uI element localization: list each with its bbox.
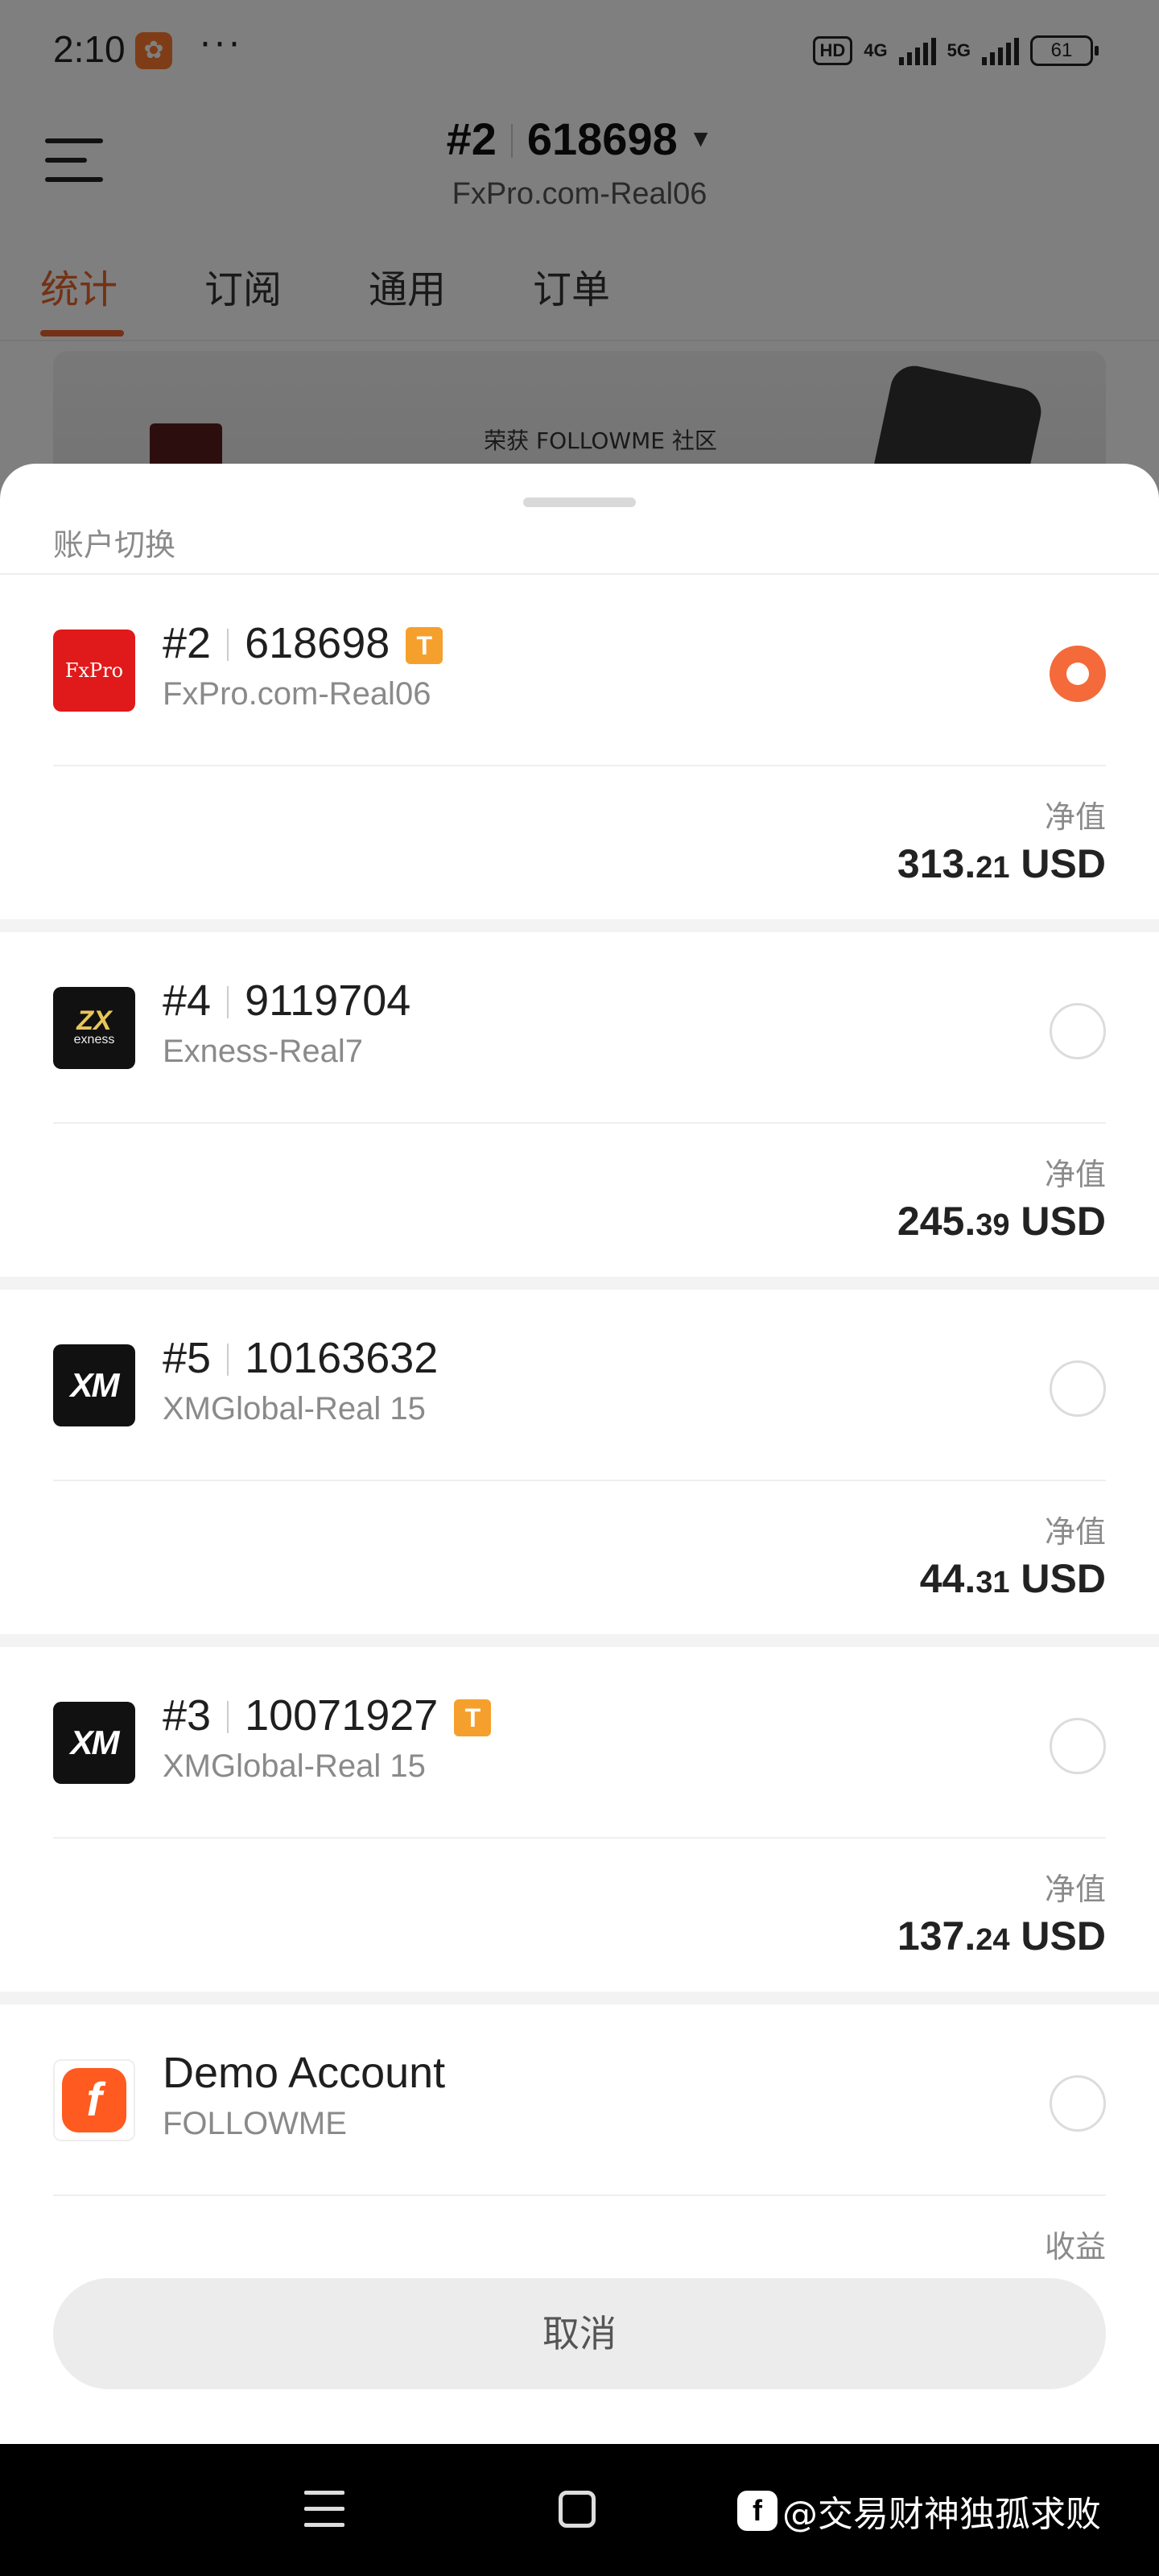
equity-int: 245. (897, 1199, 976, 1244)
account-id: 9119704 (245, 976, 411, 1025)
logo-text: exness (73, 1033, 115, 1046)
equity-int: 44. (919, 1556, 976, 1601)
account-item[interactable]: ZX exness #4 9119704 Exness-Real7 净值 245.3… (0, 919, 1159, 1278)
equity-value: 313.21 USD (897, 840, 1106, 887)
equity-int: 137. (897, 1913, 976, 1959)
cancel-button[interactable]: 取消 (53, 2278, 1106, 2389)
divider (53, 765, 1106, 766)
followme-logo: f (53, 2059, 135, 2141)
currency: USD (1021, 1913, 1106, 1959)
divider (227, 1701, 229, 1733)
divider (53, 1837, 1106, 1839)
divider (227, 1344, 229, 1376)
account-item[interactable]: XM #3 10071927 T XMGlobal-Real 15 净值 137.2… (0, 1634, 1159, 1993)
account-id: 10163632 (245, 1334, 439, 1382)
radio-unselected[interactable] (1050, 1718, 1106, 1774)
account-number: #3 (163, 1691, 212, 1740)
equity-dec: 24 (975, 1923, 1010, 1957)
trader-badge: T (406, 627, 443, 664)
system-nav-bar: f @交易财神独孤求败 (0, 2444, 1159, 2576)
account-number: #4 (163, 976, 212, 1025)
equity-int: 313. (897, 841, 976, 886)
account-server: XMGlobal-Real 15 (163, 1391, 426, 1426)
exness-mark-icon: ZX (76, 1005, 112, 1036)
equity-value: 245.39 USD (897, 1198, 1106, 1245)
equity-dec: 21 (975, 851, 1010, 885)
exness-logo: ZX exness (53, 987, 135, 1069)
trader-badge: T (454, 1699, 492, 1736)
radio-unselected[interactable] (1050, 1003, 1106, 1059)
watermark-logo: f (737, 2491, 777, 2531)
account-switch-sheet: 账户切换 FxPro #2 618698 T FxPro.com-Real06 净值… (0, 464, 1159, 2444)
divider (227, 629, 229, 661)
watermark-text: @交易财神独孤求败 (782, 2494, 1101, 2535)
currency: USD (1021, 1556, 1106, 1601)
account-id: 618698 (245, 619, 390, 667)
divider (53, 1480, 1106, 1481)
equity-value: 137.24 USD (897, 1913, 1106, 1959)
account-item[interactable]: FxPro #2 618698 T FxPro.com-Real06 净值 313.… (0, 575, 1159, 921)
account-item[interactable]: XM #5 10163632 XMGlobal-Real 15 净值 44.31 … (0, 1277, 1159, 1636)
xm-logo: XM (53, 1702, 135, 1784)
account-server: FxPro.com-Real06 (163, 676, 431, 712)
radio-unselected[interactable] (1050, 1360, 1106, 1417)
recent-apps-icon[interactable] (304, 2491, 344, 2528)
account-id: 10071927 (245, 1691, 439, 1740)
logo-text: XM (70, 1366, 120, 1404)
equity-dec: 39 (975, 1208, 1010, 1242)
logo-text: f (62, 2068, 126, 2132)
logo-text: XM (70, 1724, 120, 1761)
sheet-grabber[interactable] (523, 497, 636, 507)
account-number: #2 (163, 619, 212, 667)
account-server: XMGlobal-Real 15 (163, 1748, 426, 1784)
equity-label: 净值 (1044, 1514, 1106, 1550)
sheet-title: 账户切换 (53, 527, 176, 563)
divider (53, 2194, 1106, 2196)
equity-dec: 31 (975, 1566, 1010, 1600)
account-number: #5 (163, 1334, 212, 1382)
equity-label: 净值 (1044, 799, 1106, 835)
account-title: #3 10071927 T (163, 1690, 492, 1740)
currency: USD (1021, 841, 1106, 886)
xm-logo: XM (53, 1344, 135, 1426)
fxpro-logo: FxPro (53, 630, 135, 712)
account-title: #5 10163632 (163, 1333, 438, 1383)
divider (227, 986, 229, 1018)
equity-value: 44.31 USD (920, 1555, 1106, 1602)
profit-label: 收益 (1044, 2229, 1106, 2264)
watermark: f @交易财神独孤求败 (737, 2483, 1101, 2539)
equity-label: 净值 (1044, 1872, 1106, 1907)
account-server: FOLLOWME (163, 2106, 347, 2141)
radio-selected[interactable] (1050, 646, 1106, 702)
account-server: Exness-Real7 (163, 1034, 364, 1069)
account-title: Demo Account (163, 2049, 446, 2097)
currency: USD (1021, 1199, 1106, 1244)
divider (53, 1122, 1106, 1124)
account-title: #2 618698 T (163, 618, 443, 668)
radio-unselected[interactable] (1050, 2075, 1106, 2132)
home-icon[interactable] (559, 2491, 596, 2528)
equity-label: 净值 (1044, 1157, 1106, 1192)
logo-text: FxPro (64, 659, 124, 682)
account-title: #4 9119704 (163, 976, 410, 1026)
